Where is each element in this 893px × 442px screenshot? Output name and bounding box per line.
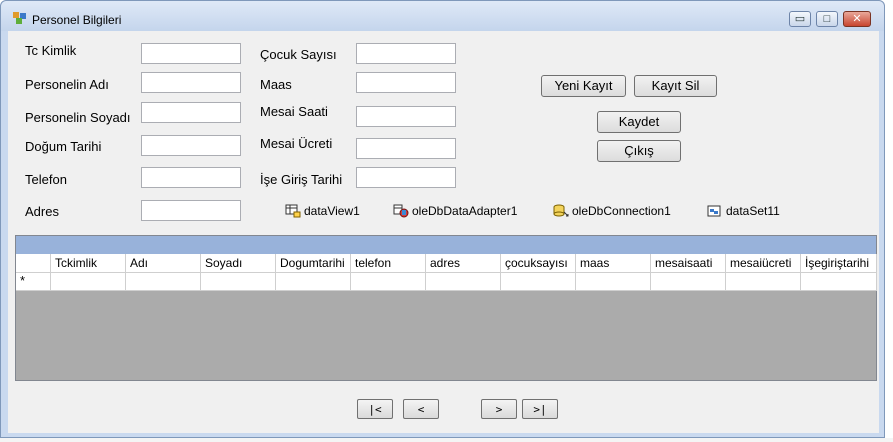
data-adapter-icon bbox=[393, 204, 409, 218]
maas-label: Maas bbox=[260, 77, 292, 92]
tc-kimlik-label: Tc Kimlik bbox=[25, 43, 77, 58]
telefon-label: Telefon bbox=[25, 172, 67, 187]
personel-adi-label: Personelin Adı bbox=[25, 77, 109, 92]
mesai-saati-input[interactable] bbox=[356, 106, 456, 127]
yeni-kayit-button[interactable]: Yeni Kayıt bbox=[541, 75, 626, 97]
adres-label: Adres bbox=[25, 204, 59, 219]
mesai-ucreti-label: Mesai Ücreti bbox=[260, 136, 333, 151]
minimize-button[interactable]: ▭ bbox=[789, 11, 811, 27]
column-header[interactable]: Soyadı bbox=[201, 254, 276, 273]
maximize-button[interactable]: □ bbox=[816, 11, 838, 27]
window-title: Personel Bilgileri bbox=[32, 13, 122, 27]
grid-header-row: Tckimlik Adı Soyadı Dogumtarihi telefon … bbox=[16, 254, 877, 273]
oledbconnection-component[interactable]: oleDbConnection1 bbox=[553, 204, 671, 218]
table-cell[interactable] bbox=[426, 273, 501, 291]
table-cell[interactable] bbox=[501, 273, 576, 291]
db-connection-icon bbox=[553, 204, 569, 218]
dataview-icon bbox=[285, 204, 301, 218]
column-header[interactable]: maas bbox=[576, 254, 651, 273]
dogum-tarihi-input[interactable] bbox=[141, 135, 241, 156]
previous-record-button[interactable]: < bbox=[403, 399, 439, 419]
column-header[interactable]: Adı bbox=[126, 254, 201, 273]
column-header[interactable]: İşegiriştarihi bbox=[801, 254, 877, 273]
form-client-area: Tc Kimlik Personelin Adı Personelin Soya… bbox=[8, 31, 879, 433]
main-window: Personel Bilgileri ▭ □ ✕ Tc Kimlik Perso… bbox=[0, 0, 885, 438]
app-icon bbox=[13, 12, 27, 24]
dataview-label: dataView1 bbox=[304, 204, 360, 218]
column-header[interactable]: mesaisaati bbox=[651, 254, 726, 273]
dataset-icon bbox=[707, 204, 723, 218]
last-record-button[interactable]: >| bbox=[522, 399, 558, 419]
kayit-sil-button[interactable]: Kayıt Sil bbox=[634, 75, 717, 97]
column-header[interactable]: mesaiücreti bbox=[726, 254, 801, 273]
table-cell[interactable] bbox=[351, 273, 426, 291]
bottom-edge bbox=[0, 438, 893, 442]
window-edge bbox=[886, 0, 893, 442]
new-row-marker: * bbox=[16, 273, 51, 291]
first-record-button[interactable]: |< bbox=[357, 399, 393, 419]
maas-input[interactable] bbox=[356, 72, 456, 93]
personel-soyadi-input[interactable] bbox=[141, 102, 241, 123]
telefon-input[interactable] bbox=[141, 167, 241, 188]
table-cell[interactable] bbox=[51, 273, 126, 291]
table-cell[interactable] bbox=[801, 273, 877, 291]
kaydet-button[interactable]: Kaydet bbox=[597, 111, 681, 133]
column-header[interactable]: çocuksayısı bbox=[501, 254, 576, 273]
table-cell[interactable] bbox=[576, 273, 651, 291]
row-header-corner bbox=[16, 254, 51, 273]
personel-datagrid[interactable]: Tckimlik Adı Soyadı Dogumtarihi telefon … bbox=[15, 235, 877, 381]
cocuk-sayisi-input[interactable] bbox=[356, 43, 456, 64]
grid-caption-bar bbox=[16, 236, 876, 254]
column-header[interactable]: adres bbox=[426, 254, 501, 273]
dataview-component[interactable]: dataView1 bbox=[285, 204, 360, 218]
mesai-saati-label: Mesai Saati bbox=[260, 104, 328, 119]
table-cell[interactable] bbox=[276, 273, 351, 291]
mesai-ucreti-input[interactable] bbox=[356, 138, 456, 159]
ise-giris-tarihi-label: İşe Giriş Tarihi bbox=[260, 172, 343, 187]
table-cell[interactable] bbox=[126, 273, 201, 291]
title-bar[interactable]: Personel Bilgileri ▭ □ ✕ bbox=[1, 1, 884, 31]
table-cell[interactable] bbox=[201, 273, 276, 291]
cikis-button[interactable]: Çıkış bbox=[597, 140, 681, 162]
dogum-tarihi-label: Doğum Tarihi bbox=[25, 139, 102, 154]
dataset-label: dataSet11 bbox=[726, 204, 780, 218]
personel-soyadi-label: Personelin Soyadı bbox=[25, 110, 131, 125]
next-record-button[interactable]: > bbox=[481, 399, 517, 419]
cocuk-sayisi-label: Çocuk Sayısı bbox=[260, 47, 337, 62]
tc-kimlik-input[interactable] bbox=[141, 43, 241, 64]
ise-giris-tarihi-input[interactable] bbox=[356, 167, 456, 188]
oledbconnection-label: oleDbConnection1 bbox=[572, 204, 671, 218]
column-header[interactable]: telefon bbox=[351, 254, 426, 273]
table-cell[interactable] bbox=[726, 273, 801, 291]
personel-adi-input[interactable] bbox=[141, 72, 241, 93]
new-row[interactable]: * bbox=[16, 273, 877, 291]
dataset-component[interactable]: dataSet11 bbox=[707, 204, 780, 218]
adres-input[interactable] bbox=[141, 200, 241, 221]
close-button[interactable]: ✕ bbox=[843, 11, 871, 27]
oledbdataadapter-component[interactable]: oleDbDataAdapter1 bbox=[393, 204, 517, 218]
column-header[interactable]: Dogumtarihi bbox=[276, 254, 351, 273]
column-header[interactable]: Tckimlik bbox=[51, 254, 126, 273]
table-cell[interactable] bbox=[651, 273, 726, 291]
oledbdataadapter-label: oleDbDataAdapter1 bbox=[412, 204, 518, 218]
